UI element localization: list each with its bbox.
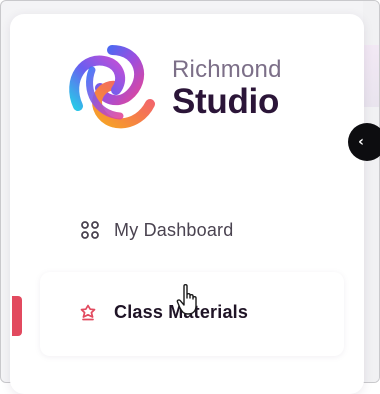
sidebar-collapse-button[interactable]: ‹ bbox=[348, 123, 380, 161]
richmond-flower-logo-icon bbox=[69, 45, 155, 129]
sidebar-item-my-dashboard[interactable]: My Dashboard bbox=[80, 218, 233, 242]
active-indicator bbox=[12, 296, 22, 336]
brand-name-bottom: Studio bbox=[172, 81, 280, 121]
sidebar-item-label: Class Materials bbox=[114, 302, 249, 322]
sidebar-item-label: My Dashboard bbox=[114, 219, 234, 240]
brand-logo[interactable]: Richmond Studio bbox=[62, 40, 282, 136]
brand-name-top: Richmond bbox=[172, 55, 282, 83]
sidebar-item-class-materials[interactable]: Class Materials bbox=[40, 272, 344, 356]
class-materials-icon bbox=[80, 304, 96, 320]
main-content-edge bbox=[363, 1, 379, 382]
dashboard-grid-icon bbox=[81, 221, 99, 239]
chevron-left-icon: ‹ bbox=[358, 133, 364, 150]
header-accent bbox=[363, 45, 379, 107]
